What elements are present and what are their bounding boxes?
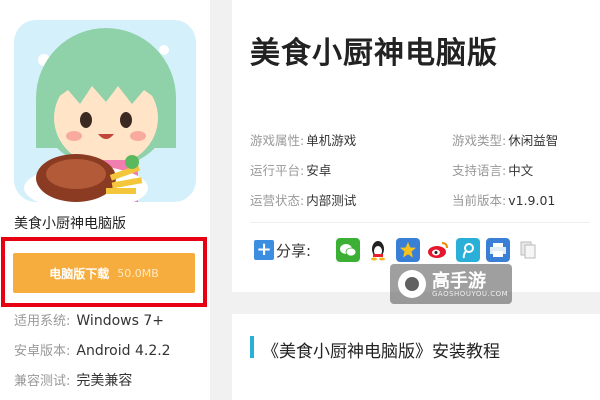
attr-value: 安卓 [306,163,332,178]
weibo-icon[interactable] [426,238,450,262]
attr-value: 中文 [508,163,534,178]
game-detail-card: 美食小厨神电脑版 游戏属性: 单机游戏 游戏类型: 休闲益智 运行平台: 安卓 支持语… [232,0,600,292]
gaoshouyou-logo-icon [398,270,426,298]
print-icon[interactable] [486,238,510,262]
info-key: 兼容测试: [14,374,71,389]
tutorial-card: 《美食小厨神电脑版》安装教程 [232,314,600,400]
attr-value: 内部测试 [306,193,357,208]
attr-key: 游戏类型: [452,133,507,148]
attr-key: 运营状态: [250,193,305,208]
attr-key: 游戏属性: [250,133,305,148]
app-icon[interactable] [14,20,196,202]
attr-status: 运营状态: 内部测试 [250,190,356,209]
app-name: 美食小厨神电脑版 [14,216,126,232]
download-highlight-box: 电脑版下载 50.0MB [1,237,207,307]
attr-value: 休闲益智 [508,133,559,148]
share-plus-icon[interactable]: + [254,240,274,260]
qzone-icon[interactable] [396,238,420,262]
watermark-domain: GAOSHOUYOU.COM [432,290,509,298]
app-sidebar: 美食小厨神电脑版 电脑版下载 50.0MB 适用系统: Windows 7+ 安卓… [0,0,210,400]
attr-value: v1.9.01 [508,193,556,208]
download-button[interactable]: 电脑版下载 50.0MB [13,253,195,293]
info-value: 完美兼容 [76,373,133,389]
share-label: 分享: [276,242,312,260]
section-accent-bar [250,336,254,358]
tutorial-title: 《美食小厨神电脑版》安装教程 [262,342,500,362]
copy-icon[interactable] [516,238,540,262]
attr-platform: 运行平台: 安卓 [250,160,331,179]
info-value: Android 4.2.2 [76,343,171,359]
attr-key: 支持语言: [452,163,507,178]
info-key: 安卓版本: [14,344,71,359]
qq-icon[interactable] [366,238,390,262]
attr-key: 当前版本: [452,193,507,208]
tencent-weibo-icon[interactable] [456,238,480,262]
download-size: 50.0MB [117,266,159,280]
download-label: 电脑版下载 [49,266,110,281]
attr-game-type: 游戏类型: 休闲益智 [452,130,558,149]
attr-language: 支持语言: 中文 [452,160,533,179]
attr-value: 单机游戏 [306,133,357,148]
page-title: 美食小厨神电脑版 [250,36,498,71]
info-key: 适用系统: [14,314,71,329]
info-row-android: 安卓版本: Android 4.2.2 [14,340,171,359]
info-row-compat: 兼容测试: 完美兼容 [14,370,132,390]
wechat-icon[interactable] [336,238,360,262]
info-value: Windows 7+ [76,313,164,329]
attr-key: 运行平台: [250,163,305,178]
info-row-system: 适用系统: Windows 7+ [14,310,164,329]
attr-game-property: 游戏属性: 单机游戏 [250,130,356,149]
watermark-logo: 高手游 GAOSHOUYOU.COM [390,264,512,304]
divider [250,222,590,223]
attr-version: 当前版本: v1.9.01 [452,190,555,209]
